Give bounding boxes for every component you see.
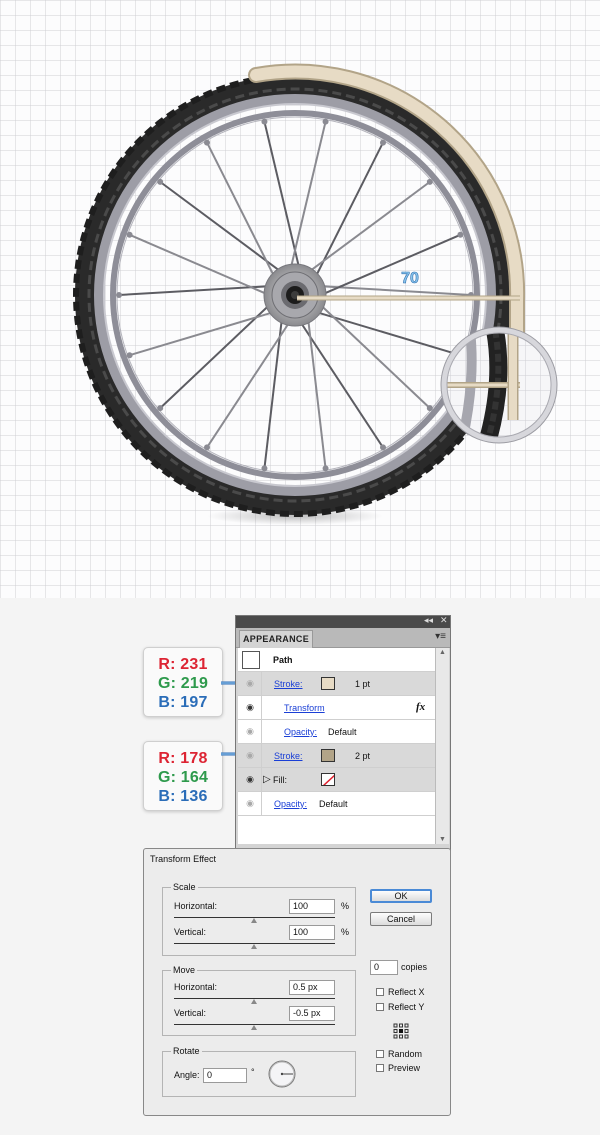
- appearance-list: Path ◉ Stroke: 1 pt ◉ Transform fx ◉ Opa…: [238, 648, 435, 844]
- visibility-eye-icon[interactable]: ◉: [243, 773, 257, 785]
- visibility-eye-icon[interactable]: ◉: [243, 677, 257, 689]
- ok-button[interactable]: OK: [370, 889, 432, 903]
- scale-vertical-label: Vertical:: [174, 927, 207, 937]
- expand-triangle-icon[interactable]: ▷: [263, 774, 271, 785]
- scale-group: Scale Horizontal: 100 % Vertical: 100 %: [162, 882, 356, 956]
- visibility-eye-icon[interactable]: ◉: [243, 701, 257, 713]
- stroke-color-swatch[interactable]: [321, 677, 335, 690]
- random-checkbox[interactable]: [376, 1050, 384, 1058]
- scale-legend: Scale: [171, 882, 198, 892]
- stroke-row-2[interactable]: ◉ Stroke: 2 pt: [238, 744, 435, 768]
- collapse-icon[interactable]: ◂◂: [424, 615, 433, 626]
- copies-input[interactable]: 0: [370, 960, 398, 975]
- opacity-value: Default: [328, 727, 357, 737]
- move-horizontal-input[interactable]: 0.5 px: [289, 980, 335, 995]
- move-group: Move Horizontal: 0.5 px Vertical: -0.5 p…: [162, 965, 356, 1036]
- transform-effect-link[interactable]: Transform: [284, 703, 325, 713]
- reference-point-icon[interactable]: [393, 1023, 409, 1039]
- reflect-x-checkbox[interactable]: [376, 988, 384, 996]
- path-label: Path: [273, 655, 293, 665]
- fill-row[interactable]: ◉ ▷ Fill:: [238, 768, 435, 792]
- stroke-link[interactable]: Stroke:: [274, 751, 303, 761]
- opacity-row-2[interactable]: ◉ Opacity: Default: [238, 792, 435, 816]
- fx-icon[interactable]: fx: [416, 701, 425, 713]
- opacity-link[interactable]: Opacity:: [274, 799, 307, 809]
- path-thumbnail: [242, 651, 260, 669]
- visibility-eye-icon[interactable]: ◉: [243, 797, 257, 809]
- angle-input[interactable]: 0: [203, 1068, 247, 1083]
- stroke-color-swatch[interactable]: [321, 749, 335, 762]
- rotate-legend: Rotate: [171, 1046, 202, 1056]
- degree-unit: °: [251, 1067, 255, 1077]
- angle-dial-icon[interactable]: [267, 1059, 297, 1089]
- slider-thumb-icon[interactable]: [251, 918, 257, 923]
- scroll-down-icon[interactable]: ▼: [439, 836, 446, 843]
- visibility-eye-icon[interactable]: ◉: [243, 725, 257, 737]
- copies-label: copies: [401, 962, 428, 972]
- percent-unit: %: [341, 927, 350, 937]
- transform-effect-row[interactable]: ◉ Transform fx: [238, 696, 435, 720]
- rotate-group: Rotate Angle: 0 °: [162, 1046, 356, 1097]
- reflect-y-label: Reflect Y: [388, 1002, 425, 1012]
- cancel-button[interactable]: Cancel: [370, 912, 432, 926]
- move-legend: Move: [171, 965, 198, 975]
- tab-appearance[interactable]: APPEARANCE: [239, 630, 313, 648]
- reflect-y-checkbox[interactable]: [376, 1003, 384, 1011]
- opacity-link[interactable]: Opacity:: [284, 727, 317, 737]
- move-vertical-input[interactable]: -0.5 px: [289, 1006, 335, 1021]
- random-label: Random: [388, 1049, 423, 1059]
- angle-label: Angle:: [174, 1070, 200, 1080]
- scale-horizontal-input[interactable]: 100: [289, 899, 335, 914]
- slider-thumb-icon[interactable]: [251, 944, 257, 949]
- stroke-weight[interactable]: 1 pt: [355, 679, 370, 689]
- fill-label: Fill:: [273, 775, 287, 785]
- stroke-weight[interactable]: 2 pt: [355, 751, 370, 761]
- reflect-x-label: Reflect X: [388, 987, 425, 997]
- slider-thumb-icon[interactable]: [251, 1025, 257, 1030]
- dialog-title: Transform Effect: [150, 854, 217, 864]
- scale-horizontal-label: Horizontal:: [174, 901, 218, 911]
- opacity-value: Default: [319, 799, 348, 809]
- appearance-panel: ◂◂ ✕ APPEARANCE ▾≡ Path ◉ Stroke: 1 pt ◉…: [235, 615, 451, 872]
- stroke-link[interactable]: Stroke:: [274, 679, 303, 689]
- no-fill-swatch-icon[interactable]: [321, 773, 335, 786]
- visibility-eye-icon[interactable]: ◉: [243, 749, 257, 761]
- preview-label: Preview: [388, 1063, 421, 1073]
- panel-titlebar[interactable]: ◂◂ ✕: [236, 615, 450, 628]
- path-row[interactable]: Path: [238, 648, 435, 672]
- preview-checkbox[interactable]: [376, 1064, 384, 1072]
- transform-effect-dialog: Transform Effect Scale Horizontal: 100 %…: [143, 848, 451, 1116]
- move-vertical-label: Vertical:: [174, 1008, 207, 1018]
- close-icon[interactable]: ✕: [440, 615, 448, 626]
- slider-thumb-icon[interactable]: [251, 999, 257, 1004]
- opacity-row-1[interactable]: ◉ Opacity: Default: [238, 720, 435, 744]
- move-horizontal-label: Horizontal:: [174, 982, 218, 992]
- panel-menu-icon[interactable]: ▾≡: [435, 631, 446, 642]
- percent-unit: %: [341, 901, 350, 911]
- stroke-row-1[interactable]: ◉ Stroke: 1 pt: [238, 672, 435, 696]
- panel-scrollbar[interactable]: ▲ ▼: [435, 648, 449, 844]
- scale-vertical-input[interactable]: 100: [289, 925, 335, 940]
- scroll-up-icon[interactable]: ▲: [439, 649, 446, 656]
